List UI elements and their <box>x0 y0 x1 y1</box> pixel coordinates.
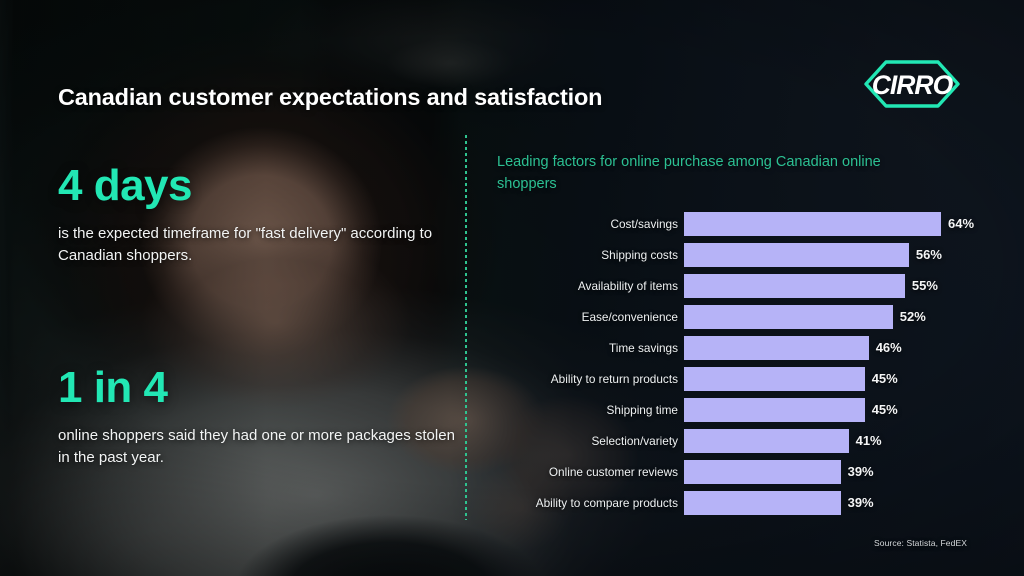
cirro-logo-text: CIRRO <box>872 70 954 100</box>
chart-bar <box>684 490 841 515</box>
chart-bar <box>684 366 865 391</box>
chart-value-label: 64% <box>948 216 975 231</box>
chart-category-label: Cost/savings <box>610 216 678 231</box>
chart-row: Shipping time 45% <box>497 397 1008 422</box>
chart-bar <box>684 304 893 329</box>
page-title: Canadian customer expectations and satis… <box>58 84 603 110</box>
chart-category-label: Time savings <box>608 340 678 355</box>
chart-category-label: Ease/convenience <box>581 309 678 324</box>
chart-value-label: 41% <box>855 433 882 448</box>
stat-figure: 1 in 4 <box>58 363 168 412</box>
chart-bar <box>684 242 909 267</box>
chart-row: Time savings 46% <box>497 335 1008 360</box>
chart-value-label: 39% <box>847 495 874 510</box>
cirro-logo: CIRRO <box>856 56 968 112</box>
chart-title: Leading factors for online purchase amon… <box>497 154 881 192</box>
chart-value-label: 39% <box>847 464 874 479</box>
chart-bar <box>684 428 849 453</box>
stat-figure: 4 days <box>58 161 192 210</box>
cirro-logo-mark: CIRRO <box>864 60 960 108</box>
chart-row: Cost/savings 64% <box>497 211 1008 236</box>
chart-value-label: 46% <box>875 340 902 355</box>
chart-value-label: 45% <box>871 402 898 417</box>
bar-chart: Leading factors for online purchase amon… <box>497 152 1008 522</box>
chart-value-label: 52% <box>899 309 926 324</box>
stat-description: online shoppers said they had one or mor… <box>58 427 455 467</box>
source-attribution: Source: Statista, FedEX <box>873 538 967 548</box>
slide-root: Canadian customer expectations and satis… <box>0 0 1024 576</box>
chart-bar <box>684 459 841 484</box>
chart-row: Ease/convenience 52% <box>497 304 1008 329</box>
chart-value-label: 56% <box>915 247 942 262</box>
chart-row: Availability of items 55% <box>497 273 1008 298</box>
chart-bar <box>684 335 869 360</box>
chart-value-label: 45% <box>871 371 898 386</box>
chart-category-label: Shipping costs <box>601 247 678 262</box>
stat-block-package-theft: 1 in 4 online shoppers said they had one… <box>58 363 458 469</box>
slide-content: Canadian customer expectations and satis… <box>0 0 1024 576</box>
chart-category-label: Shipping time <box>606 402 678 417</box>
chart-value-label: 55% <box>911 278 938 293</box>
chart-category-label: Online customer reviews <box>548 464 678 479</box>
chart-row: Selection/variety 41% <box>497 428 1008 453</box>
chart-row: Ability to return products 45% <box>497 366 1008 391</box>
chart-category-label: Availability of items <box>577 278 678 293</box>
chart-row: Ability to compare products 39% <box>497 490 1008 515</box>
stat-description: is the expected timeframe for "fast deli… <box>58 225 433 265</box>
chart-bar <box>684 397 865 422</box>
chart-category-label: Selection/variety <box>591 433 678 448</box>
chart-row: Shipping costs 56% <box>497 242 1008 267</box>
dotted-divider <box>465 135 467 520</box>
chart-rows: Cost/savings 64% Shipping costs 56% Availabi… <box>497 211 1008 515</box>
chart-bar <box>684 211 941 236</box>
chart-category-label: Ability to compare products <box>535 495 678 510</box>
chart-bar <box>684 273 905 298</box>
chart-row: Online customer reviews 39% <box>497 459 1008 484</box>
stat-block-fast-delivery: 4 days is the expected timeframe for "fa… <box>58 161 458 267</box>
chart-category-label: Ability to return products <box>550 371 678 386</box>
